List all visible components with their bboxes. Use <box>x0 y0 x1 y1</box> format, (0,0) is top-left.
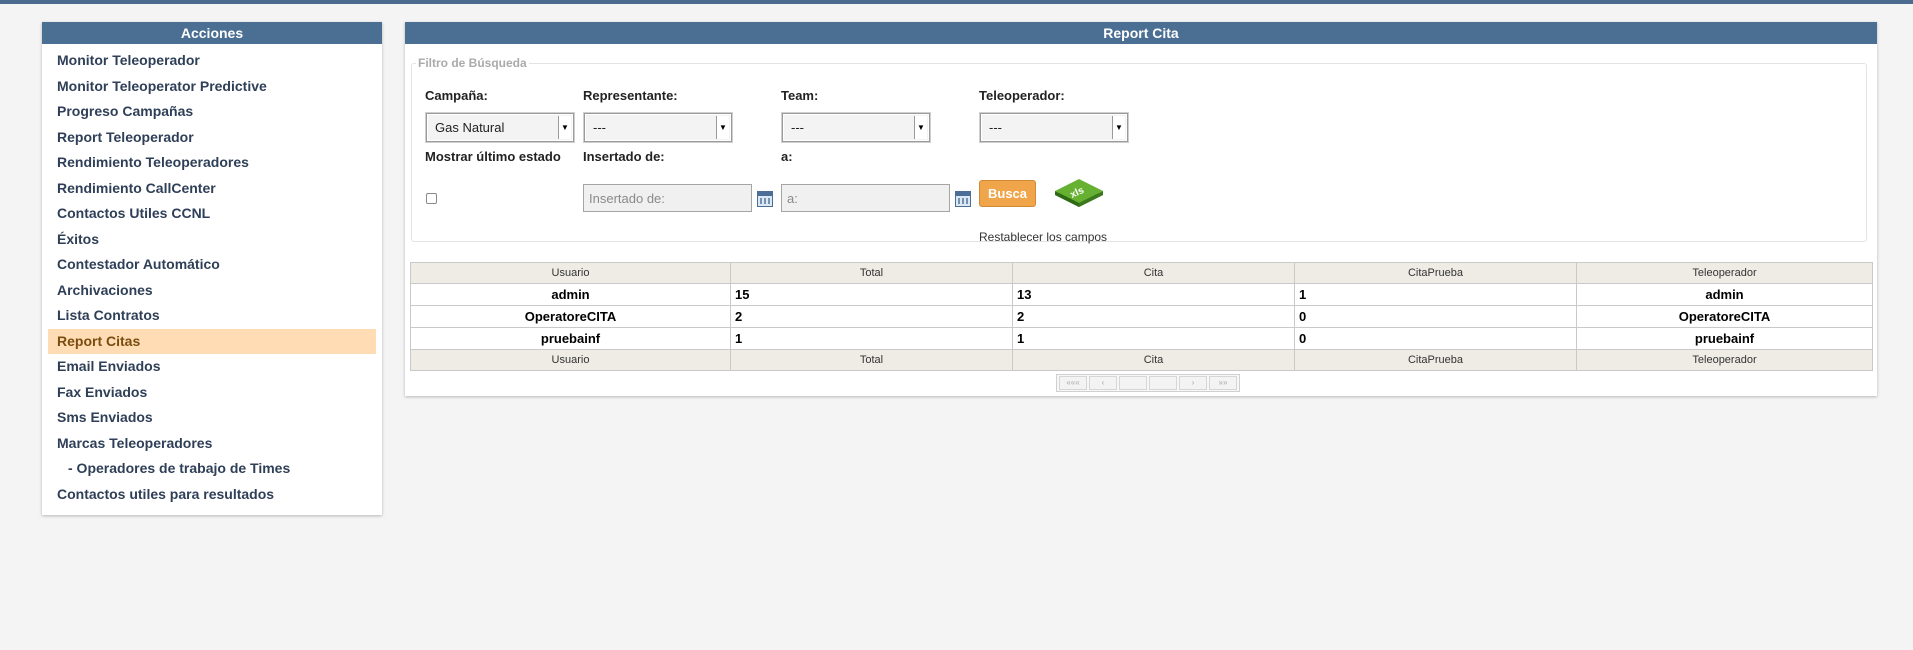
menu-item-monitor-teleoperador[interactable]: Monitor Teleoperador <box>48 48 376 74</box>
search-filter: Filtro de Búsqueda Campaña: Representant… <box>411 56 1867 242</box>
menu-item-rendimiento-teleoperadores[interactable]: Rendimiento Teleoperadores <box>48 150 376 176</box>
actions-menu: Monitor Teleoperador Monitor Teleoperato… <box>42 44 382 507</box>
calendar-icon[interactable] <box>955 191 971 207</box>
pager: ««« ‹ › »» <box>1056 374 1240 392</box>
cell-citaprueba: 0 <box>1294 305 1577 328</box>
cell-citaprueba: 0 <box>1294 327 1577 350</box>
column-header-usuario[interactable]: Usuario <box>410 262 731 284</box>
report-panel-title: Report Cita <box>405 22 1877 44</box>
team-select-value: --- <box>791 120 804 135</box>
cell-usuario: admin <box>410 283 731 306</box>
cell-usuario: OperatoreCITA <box>410 305 731 328</box>
cell-total: 15 <box>730 283 1013 306</box>
campana-label: Campaña: <box>425 88 488 103</box>
top-bar <box>0 0 1913 4</box>
pager-last-button[interactable]: »» <box>1209 376 1237 390</box>
menu-item-contestador-automatico[interactable]: Contestador Automático <box>48 252 376 278</box>
menu-item-sms-enviados[interactable]: Sms Enviados <box>48 405 376 431</box>
calendar-icon[interactable] <box>757 191 773 207</box>
campana-select-value: Gas Natural <box>435 120 505 135</box>
menu-item-lista-contratos[interactable]: Lista Contratos <box>48 303 376 329</box>
busca-button[interactable]: Busca <box>979 180 1036 207</box>
footer-usuario: Usuario <box>410 349 731 371</box>
report-panel: Report Cita Filtro de Búsqueda Campaña: … <box>405 22 1877 396</box>
table-row[interactable]: admin 15 13 1 admin <box>410 283 1873 306</box>
footer-citaprueba: CitaPrueba <box>1294 349 1577 371</box>
chevron-down-icon: ▼ <box>1112 116 1125 139</box>
chevron-down-icon: ▼ <box>716 116 729 139</box>
menu-item-monitor-teleoperator-predictive[interactable]: Monitor Teleoperator Predictive <box>48 74 376 100</box>
cell-usuario: pruebainf <box>410 327 731 350</box>
menu-item-contactos-utiles-ccnl[interactable]: Contactos Utiles CCNL <box>48 201 376 227</box>
menu-item-archivaciones[interactable]: Archivaciones <box>48 278 376 304</box>
teleoperador-select-value: --- <box>989 120 1002 135</box>
footer-cita: Cita <box>1012 349 1295 371</box>
column-header-cita[interactable]: Cita <box>1012 262 1295 284</box>
footer-teleoperador: Teleoperador <box>1576 349 1873 371</box>
menu-item-fax-enviados[interactable]: Fax Enviados <box>48 380 376 406</box>
menu-item-marcas-teleoperadores[interactable]: Marcas Teleoperadores <box>48 431 376 457</box>
footer-total: Total <box>730 349 1013 371</box>
teleoperador-label: Teleoperador: <box>979 88 1065 103</box>
cell-teleoperador: pruebainf <box>1576 327 1873 350</box>
representante-label: Representante: <box>583 88 678 103</box>
menu-item-report-citas[interactable]: Report Citas <box>48 328 376 354</box>
insertado-de-input[interactable] <box>583 184 752 212</box>
menu-item-email-enviados[interactable]: Email Enviados <box>48 354 376 380</box>
cell-cita: 1 <box>1012 327 1295 350</box>
pager-first-button[interactable]: ««« <box>1059 376 1087 390</box>
representante-select-value: --- <box>593 120 606 135</box>
cell-total: 1 <box>730 327 1013 350</box>
a-label: a: <box>781 149 793 164</box>
cell-citaprueba: 1 <box>1294 283 1577 306</box>
representante-select[interactable]: --- ▼ <box>584 113 732 142</box>
pager-page-total <box>1149 376 1177 390</box>
teleoperador-select[interactable]: --- ▼ <box>980 113 1128 142</box>
menu-item-progreso-campanas[interactable]: Progreso Campañas <box>48 99 376 125</box>
table-footer-row: Usuario Total Cita CitaPrueba Teleoperad… <box>410 349 1873 371</box>
reset-fields-link[interactable]: Restablecer los campos <box>979 230 1107 244</box>
actions-panel: Acciones Monitor Teleoperador Monitor Te… <box>42 22 382 515</box>
a-input[interactable] <box>781 184 950 212</box>
cell-teleoperador: admin <box>1576 283 1873 306</box>
pager-prev-button[interactable]: ‹ <box>1089 376 1117 390</box>
insertado-de-label: Insertado de: <box>583 149 665 164</box>
table-header-row: Usuario Total Cita CitaPrueba Teleoperad… <box>410 262 1873 284</box>
cell-total: 2 <box>730 305 1013 328</box>
menu-item-rendimiento-callcenter[interactable]: Rendimiento CallCenter <box>48 176 376 202</box>
actions-panel-title: Acciones <box>42 22 382 44</box>
report-table: Usuario Total Cita CitaPrueba Teleoperad… <box>410 262 1873 371</box>
menu-item-contactos-utiles-resultados[interactable]: Contactos utiles para resultados <box>48 482 376 508</box>
search-filter-legend: Filtro de Búsqueda <box>418 56 527 70</box>
pager-page-input[interactable] <box>1119 376 1147 390</box>
cell-cita: 13 <box>1012 283 1295 306</box>
menu-item-report-teleoperador[interactable]: Report Teleoperador <box>48 125 376 151</box>
pager-next-button[interactable]: › <box>1179 376 1207 390</box>
campana-select[interactable]: Gas Natural ▼ <box>426 113 574 142</box>
team-select[interactable]: --- ▼ <box>782 113 930 142</box>
table-row[interactable]: OperatoreCITA 2 2 0 OperatoreCITA <box>410 305 1873 328</box>
chevron-down-icon: ▼ <box>914 116 927 139</box>
mostrar-ultimo-estado-label: Mostrar último estado <box>425 149 561 164</box>
mostrar-ultimo-estado-checkbox[interactable] <box>426 193 437 204</box>
menu-item-exitos[interactable]: Éxitos <box>48 227 376 253</box>
menu-item-operadores-trabajo-times[interactable]: - Operadores de trabajo de Times <box>48 456 376 482</box>
excel-export-icon[interactable]: xls <box>1053 177 1105 211</box>
table-row[interactable]: pruebainf 1 1 0 pruebainf <box>410 327 1873 350</box>
column-header-total[interactable]: Total <box>730 262 1013 284</box>
team-label: Team: <box>781 88 819 103</box>
cell-teleoperador: OperatoreCITA <box>1576 305 1873 328</box>
column-header-citaprueba[interactable]: CitaPrueba <box>1294 262 1577 284</box>
chevron-down-icon: ▼ <box>558 116 571 139</box>
cell-cita: 2 <box>1012 305 1295 328</box>
column-header-teleoperador[interactable]: Teleoperador <box>1576 262 1873 284</box>
